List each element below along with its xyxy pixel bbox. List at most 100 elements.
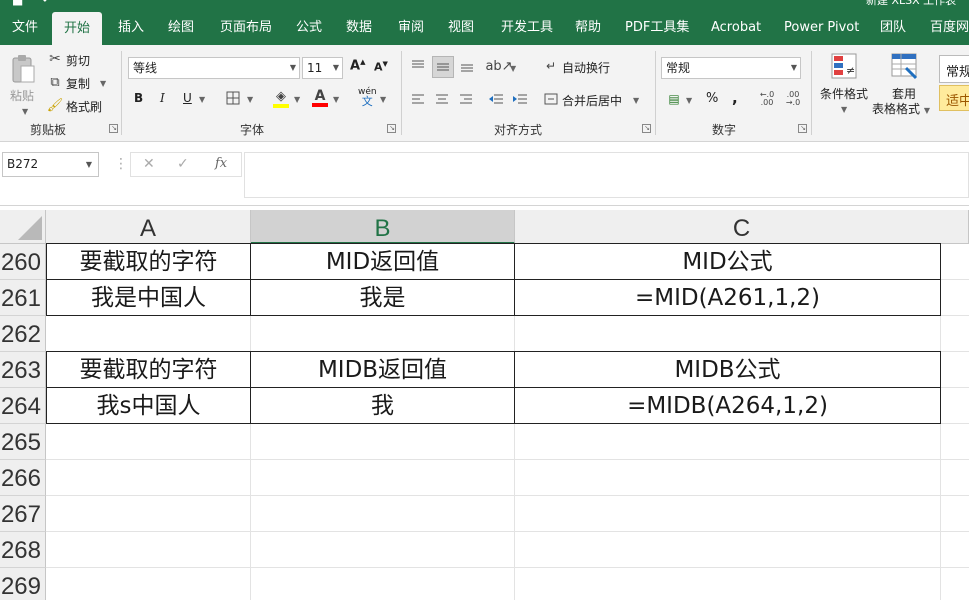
increase-font-size-button[interactable]: A▲: [350, 58, 365, 73]
align-middle-icon[interactable]: [432, 56, 454, 78]
increase-decimal-icon[interactable]: ←.0.00: [756, 89, 778, 109]
cell-b263[interactable]: MIDB返回值: [251, 351, 515, 388]
row-header[interactable]: 268: [0, 532, 46, 568]
cell-c262[interactable]: [515, 316, 941, 352]
select-all-button[interactable]: [0, 210, 46, 244]
undo-icon[interactable]: ↶: [42, 0, 52, 7]
borders-icon[interactable]: [224, 89, 242, 107]
increase-indent-icon[interactable]: [510, 90, 530, 108]
number-format-dropdown[interactable]: 常规 ▼: [661, 57, 801, 79]
column-header-c[interactable]: C: [515, 210, 969, 244]
align-left-icon[interactable]: [409, 90, 427, 108]
underline-dropdown[interactable]: ▼: [199, 91, 205, 105]
cell-c261[interactable]: =MID(A261,1,2): [515, 280, 941, 316]
row-header[interactable]: 269: [0, 568, 46, 600]
tab-11[interactable]: PDF工具集: [621, 8, 693, 45]
cell-c269[interactable]: [515, 568, 941, 600]
paste-icon[interactable]: [8, 53, 38, 85]
number-launcher-icon[interactable]: ↘: [798, 124, 807, 133]
cell-b269[interactable]: [251, 568, 515, 600]
tab-9[interactable]: 开发工具: [497, 8, 557, 45]
decrease-font-size-button[interactable]: A▼: [374, 60, 388, 74]
cell-a262[interactable]: [46, 316, 251, 352]
save-icon[interactable]: ■: [12, 0, 23, 7]
format-painter-button[interactable]: 格式刷: [66, 98, 102, 115]
copy-dropdown-icon[interactable]: ▼: [100, 75, 106, 89]
tab-15[interactable]: 百度网盘: [926, 8, 969, 45]
cell-b264[interactable]: 我: [251, 388, 515, 424]
font-name-dropdown[interactable]: 等线 ▼: [128, 57, 300, 79]
cell-a260[interactable]: 要截取的字符: [46, 243, 251, 280]
comma-button[interactable]: ,: [732, 89, 738, 107]
paste-button[interactable]: 粘贴: [10, 87, 34, 104]
conditional-formatting-button[interactable]: 条件格式: [820, 85, 868, 102]
alignment-launcher-icon[interactable]: ↘: [642, 124, 651, 133]
cell-a267[interactable]: [46, 496, 251, 532]
row-header[interactable]: 267: [0, 496, 46, 532]
column-header-a[interactable]: A: [46, 210, 251, 244]
cell-c267-overflow[interactable]: [941, 496, 969, 532]
cell-c262-overflow[interactable]: [941, 316, 969, 352]
row-header[interactable]: 266: [0, 460, 46, 496]
row-header[interactable]: 265: [0, 424, 46, 460]
cell-style-normal[interactable]: 常规: [939, 55, 969, 83]
bold-button[interactable]: B: [134, 91, 143, 105]
cut-button[interactable]: 剪切: [66, 52, 90, 69]
font-color-button[interactable]: A: [310, 87, 330, 109]
cell-c267[interactable]: [515, 496, 941, 532]
cell-c260[interactable]: MID公式: [515, 243, 941, 280]
cell-a265[interactable]: [46, 424, 251, 460]
column-header-b[interactable]: B: [251, 210, 515, 244]
cell-a268[interactable]: [46, 532, 251, 568]
underline-button[interactable]: U: [183, 91, 192, 105]
font-color-dropdown[interactable]: ▼: [333, 91, 339, 105]
row-header[interactable]: 264: [0, 388, 46, 424]
cell-c266[interactable]: [515, 460, 941, 496]
align-right-icon[interactable]: [457, 90, 475, 108]
cell-c266-overflow[interactable]: [941, 460, 969, 496]
enter-icon[interactable]: ✓: [177, 156, 189, 172]
cell-a263[interactable]: 要截取的字符: [46, 351, 251, 388]
cell-c261-overflow[interactable]: [941, 280, 969, 316]
copy-button[interactable]: 复制: [66, 75, 90, 92]
font-size-dropdown[interactable]: 11 ▼: [302, 57, 343, 79]
merge-dropdown[interactable]: ▼: [633, 92, 639, 106]
cell-a269[interactable]: [46, 568, 251, 600]
row-header[interactable]: 262: [0, 316, 46, 352]
cell-c268-overflow[interactable]: [941, 532, 969, 568]
phonetic-guide-button[interactable]: wén 文: [358, 88, 377, 108]
formula-input[interactable]: [244, 152, 969, 198]
fill-color-dropdown[interactable]: ▼: [294, 91, 300, 105]
insert-function-icon[interactable]: fx: [215, 156, 227, 171]
tab-4[interactable]: 页面布局: [216, 8, 276, 45]
tab-5[interactable]: 公式: [292, 8, 326, 45]
format-as-table-button[interactable]: 表格格式 ▼: [872, 100, 930, 117]
align-bottom-icon[interactable]: [458, 57, 476, 75]
tab-7[interactable]: 审阅: [394, 8, 428, 45]
cell-c263-overflow[interactable]: [941, 352, 969, 388]
tab-2[interactable]: 插入: [114, 8, 148, 45]
cell-c268[interactable]: [515, 532, 941, 568]
cancel-icon[interactable]: ✕: [143, 156, 155, 172]
cell-c269-overflow[interactable]: [941, 568, 969, 600]
fill-color-button[interactable]: ◈: [270, 87, 292, 109]
decrease-decimal-icon[interactable]: .00 →.0: [782, 89, 804, 109]
row-header[interactable]: 260: [0, 244, 46, 280]
cell-b265[interactable]: [251, 424, 515, 460]
cell-c265[interactable]: [515, 424, 941, 460]
tab-8[interactable]: 视图: [444, 8, 478, 45]
clipboard-launcher-icon[interactable]: ↘: [109, 124, 118, 133]
merge-center-button[interactable]: 合并后居中: [562, 92, 622, 109]
cell-b261[interactable]: 我是: [251, 280, 515, 316]
italic-button[interactable]: I: [160, 91, 165, 105]
tab-0[interactable]: 文件: [8, 8, 42, 45]
cell-b267[interactable]: [251, 496, 515, 532]
row-header[interactable]: 261: [0, 280, 46, 316]
cell-c260-overflow[interactable]: [941, 244, 969, 280]
cell-c264-overflow[interactable]: [941, 388, 969, 424]
conditional-formatting-dropdown[interactable]: ▼: [841, 101, 847, 115]
font-launcher-icon[interactable]: ↘: [387, 124, 396, 133]
wrap-text-button[interactable]: 自动换行: [562, 59, 610, 76]
decrease-indent-icon[interactable]: [486, 90, 506, 108]
borders-dropdown[interactable]: ▼: [247, 91, 253, 105]
